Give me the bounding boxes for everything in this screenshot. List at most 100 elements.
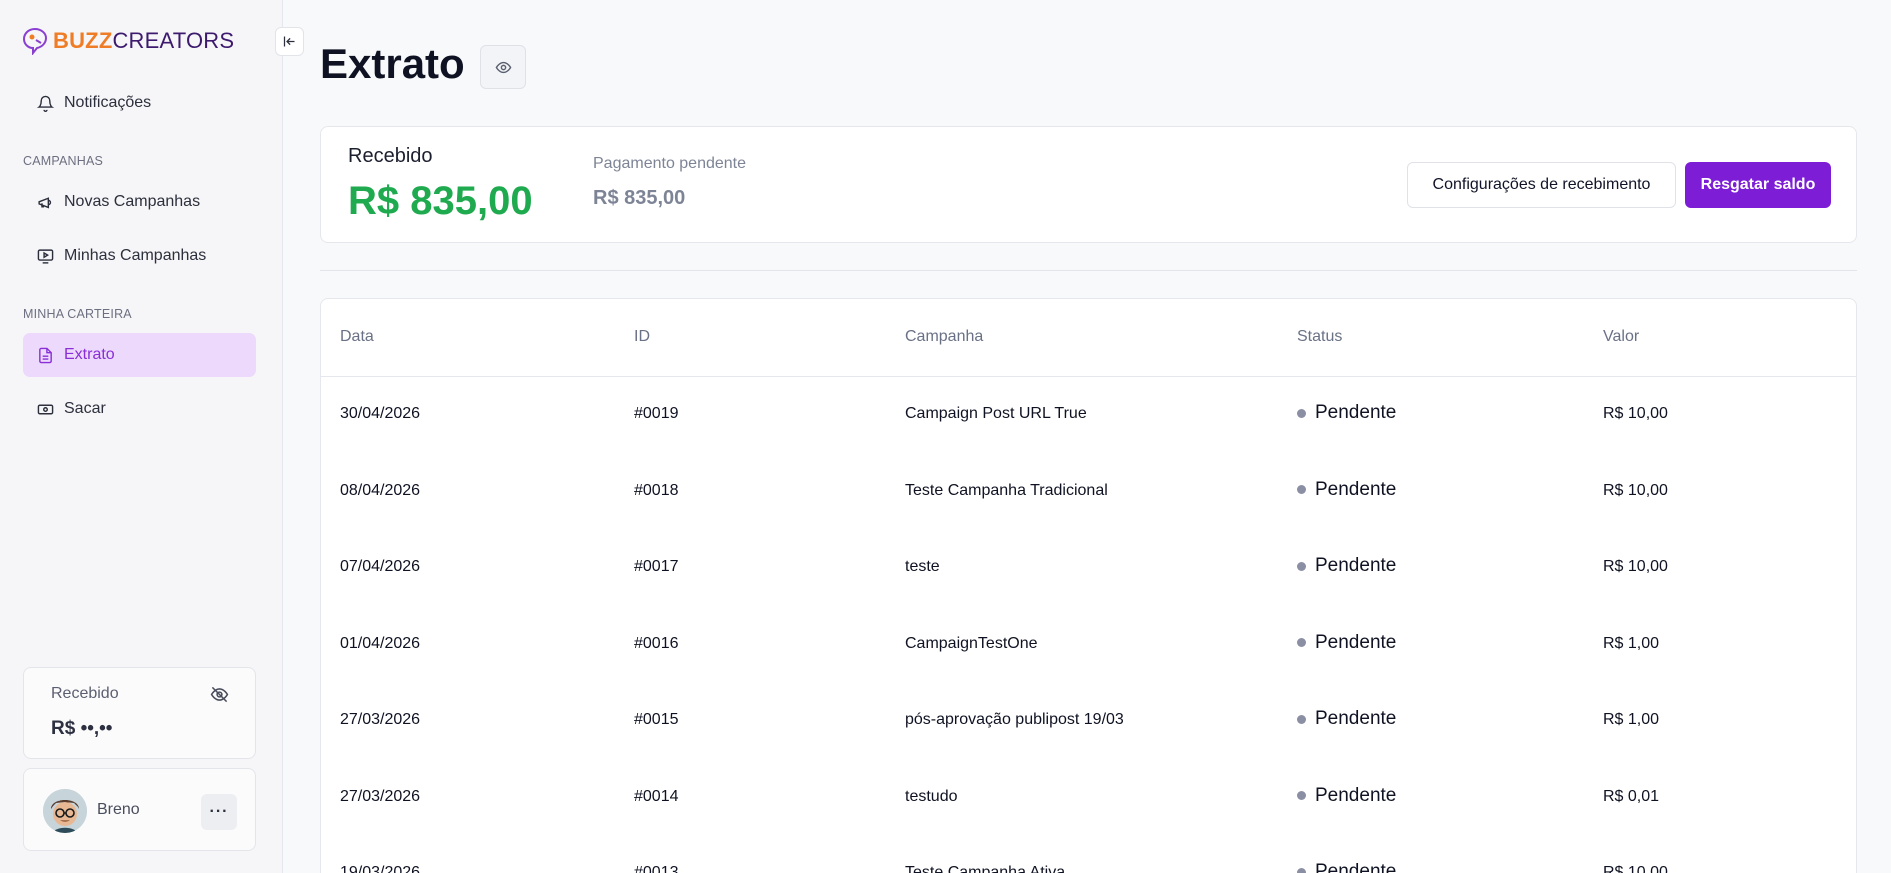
table-row[interactable]: 27/03/2026 #0015 pós-aprovação publipost 1… (321, 683, 1856, 759)
redeem-balance-button[interactable]: Resgatar saldo (1685, 162, 1831, 208)
status-label: Pendente (1315, 478, 1397, 500)
received-label: Recebido (348, 145, 433, 167)
cell-status: Pendente (1297, 632, 1396, 654)
cell-id: #0014 (634, 787, 679, 805)
status-dot-icon (1297, 638, 1306, 647)
column-header-id: ID (634, 328, 650, 345)
sidebar-item-statement[interactable]: Extrato (23, 333, 256, 377)
cell-id: #0015 (634, 711, 679, 728)
banknote-icon (37, 404, 54, 414)
cell-campaign: teste (905, 558, 940, 575)
cell-date: 08/04/2026 (340, 481, 421, 499)
sidebar: BUZZCREATORS Notificações CAMPANHAS Nova… (0, 0, 283, 873)
status-label: Pendente (1315, 861, 1397, 873)
logo-icon (22, 27, 48, 55)
divider (320, 270, 1857, 271)
cell-id: #0013 (634, 864, 679, 873)
sidebar-item-withdraw[interactable]: Sacar (23, 387, 256, 431)
received-value: R$ 835,00 (348, 179, 533, 223)
sidebar-item-label: Novas Campanhas (64, 193, 201, 210)
column-header-value: Valor (1603, 328, 1640, 345)
collapse-left-icon (283, 36, 295, 47)
brand-name-part2: CREATORS (112, 28, 235, 53)
sidebar-balance-card: Recebido R$ ••,•• (23, 667, 256, 759)
section-label-wallet: MINHA CARTEIRA (23, 307, 132, 321)
table-row[interactable]: 08/04/2026 #0018 Teste Campanha Tradiciona… (321, 454, 1856, 530)
status-label: Pendente (1315, 402, 1397, 423)
eye-off-icon[interactable] (210, 685, 229, 709)
table-row[interactable]: 19/03/2026 #0013 Teste Campanha Ativa Pende… (321, 836, 1856, 873)
section-label-campaigns: CAMPANHAS (23, 154, 104, 168)
sidebar-item-new-campaigns[interactable]: Novas Campanhas (23, 180, 256, 224)
balance-summary-card: Recebido R$ 835,00 Pagamento pendente R$… (320, 126, 1857, 243)
brand-name-part1: BUZZ (53, 28, 113, 53)
eye-icon (495, 61, 511, 73)
sidebar-item-label: Notificações (64, 94, 152, 111)
user-name: Breno (97, 801, 140, 818)
table-row[interactable]: 07/04/2026 #0017 teste Pendente R$ 10,00 (321, 530, 1856, 606)
cell-date: 19/03/2026 (340, 864, 421, 873)
status-dot-icon (1297, 714, 1306, 724)
user-menu-button[interactable]: ··· (201, 794, 237, 830)
cell-campaign: Teste Campanha Ativa (905, 864, 1066, 873)
table-header: Data ID Campanha Status Valor (321, 299, 1856, 377)
cell-campaign: pós-aprovação publipost 19/03 (905, 711, 1124, 728)
cell-status: Pendente (1297, 402, 1396, 424)
sidebar-item-label: Minhas Campanhas (64, 247, 207, 264)
cell-id: #0018 (634, 481, 679, 499)
payment-settings-button[interactable]: Configurações de recebimento (1407, 162, 1676, 208)
sidebar-item-label: Extrato (64, 346, 115, 363)
table-row[interactable]: 30/04/2026 #0019 Campaign Post URL True Pen… (321, 377, 1856, 453)
cell-value: R$ 1,00 (1603, 634, 1660, 652)
megaphone-icon (38, 196, 52, 208)
status-dot-icon (1297, 485, 1306, 494)
document-icon (39, 347, 52, 363)
cell-id: #0019 (634, 405, 679, 422)
cell-date: 01/04/2026 (340, 634, 421, 652)
cell-status: Pendente (1297, 555, 1396, 577)
cell-id: #0016 (634, 634, 679, 652)
toggle-visibility-button[interactable] (480, 45, 526, 89)
page-title: Extrato (320, 40, 465, 87)
cell-value: R$ 10,00 (1603, 405, 1668, 422)
status-label: Pendente (1315, 631, 1397, 653)
cell-status: Pendente (1297, 785, 1396, 807)
cell-campaign: Campaign Post URL True (905, 405, 1087, 422)
sidebar-item-my-campaigns[interactable]: Minhas Campanhas (23, 234, 256, 278)
table-row[interactable]: 01/04/2026 #0016 CampaignTestOne Pendente R$… (321, 607, 1856, 683)
status-dot-icon (1297, 867, 1306, 873)
status-label: Pendente (1315, 708, 1397, 729)
sidebar-item-notifications[interactable]: Notificações (23, 81, 256, 125)
status-dot-icon (1297, 408, 1306, 418)
cell-value: R$ 0,01 (1603, 787, 1660, 805)
column-header-date: Data (340, 328, 374, 345)
cell-date: 30/04/2026 (340, 405, 421, 422)
sidebar-item-label: Sacar (64, 400, 106, 417)
cell-value: R$ 10,00 (1603, 864, 1668, 873)
cell-campaign: CampaignTestOne (905, 634, 1038, 652)
column-header-status: Status (1297, 328, 1343, 345)
cell-value: R$ 1,00 (1603, 711, 1660, 728)
brand-logo[interactable]: BUZZCREATORS (22, 26, 234, 56)
status-label: Pendente (1315, 555, 1397, 576)
cell-value: R$ 10,00 (1603, 481, 1668, 499)
cell-status: Pendente (1297, 861, 1396, 873)
status-label: Pendente (1315, 784, 1397, 806)
balance-label: Recebido (51, 685, 119, 702)
cell-id: #0017 (634, 558, 679, 575)
cell-status: Pendente (1297, 479, 1396, 501)
pending-value: R$ 835,00 (593, 187, 686, 209)
table-row[interactable]: 27/03/2026 #0014 testudo Pendente R$ 0,01 (321, 760, 1856, 836)
cell-status: Pendente (1297, 708, 1396, 730)
collapse-sidebar-button[interactable] (275, 27, 304, 56)
column-header-campaign: Campanha (905, 328, 984, 345)
user-avatar-icon (43, 789, 87, 833)
status-dot-icon (1297, 561, 1306, 571)
balance-value: R$ ••,•• (51, 718, 113, 739)
avatar[interactable] (43, 789, 87, 833)
cell-value: R$ 10,00 (1603, 558, 1668, 575)
pending-label: Pagamento pendente (593, 155, 747, 172)
statement-table: Data ID Campanha Status Valor 30/04/2026… (320, 298, 1857, 873)
user-card: Breno ··· (23, 768, 256, 851)
bell-icon (37, 95, 54, 112)
